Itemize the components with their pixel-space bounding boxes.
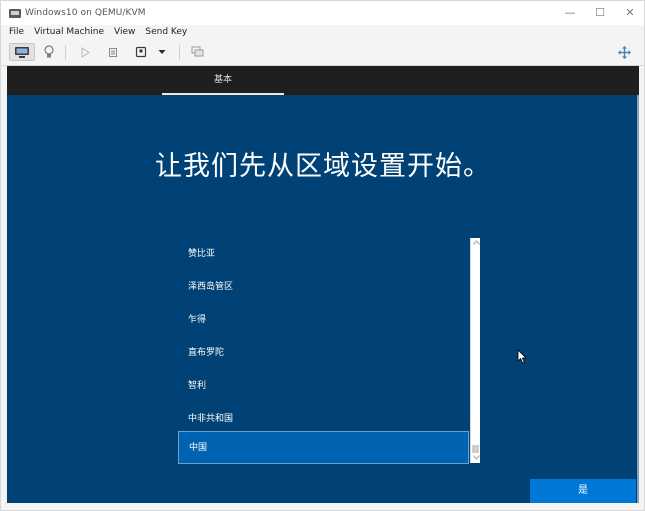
menu-bar: File Virtual Machine View Send Key	[1, 25, 644, 40]
power-icon	[135, 46, 147, 58]
step-tab-basics: 基本	[213, 75, 232, 85]
snapshots-button[interactable]	[189, 43, 205, 61]
region-list-item[interactable]: 赞比亚	[178, 238, 469, 271]
fullscreen-arrows-icon	[617, 45, 631, 59]
window-title: Windows10 on QEMU/KVM	[25, 8, 146, 18]
region-list-item[interactable]: 直布罗陀	[178, 337, 469, 370]
details-view-button[interactable]	[41, 43, 57, 61]
maximize-button[interactable]: ☐	[594, 7, 606, 19]
app-icon	[9, 8, 21, 18]
title-bar: Windows10 on QEMU/KVM — ☐ ✕	[1, 1, 644, 25]
menu-virtual-machine[interactable]: Virtual Machine	[29, 25, 109, 40]
vm-console-display[interactable]: 基本 让我们先从区域设置开始。 赞比亚 泽西岛管区 乍得 直布罗陀 智利 中非共…	[7, 66, 639, 503]
region-list-item[interactable]: 泽西岛管区	[178, 271, 469, 304]
region-list[interactable]: 赞比亚 泽西岛管区 乍得 直布罗陀 智利 中非共和国 中国	[178, 238, 481, 464]
lightbulb-icon	[44, 45, 54, 58]
minimize-button[interactable]: —	[564, 7, 576, 19]
monitor-icon	[15, 46, 29, 58]
close-button[interactable]: ✕	[624, 7, 636, 19]
shutdown-button[interactable]	[133, 43, 149, 61]
menu-view[interactable]: View	[109, 25, 140, 40]
mouse-cursor-icon	[517, 349, 527, 364]
menu-send-key[interactable]: Send Key	[140, 25, 192, 40]
fullscreen-button[interactable]	[615, 43, 633, 61]
chevron-down-icon	[158, 50, 166, 54]
toolbar-separator	[179, 45, 180, 60]
console-view-button[interactable]	[9, 43, 35, 61]
scroll-down-icon[interactable]	[471, 453, 481, 463]
region-list-item[interactable]: 智利	[178, 370, 469, 403]
toolbar	[1, 40, 644, 66]
run-button[interactable]	[77, 43, 93, 61]
shutdown-menu-button[interactable]	[155, 43, 169, 61]
region-list-item-selected[interactable]: 中国	[178, 431, 469, 464]
region-list-item[interactable]: 乍得	[178, 304, 469, 337]
window-controls: — ☐ ✕	[564, 1, 636, 25]
pause-button[interactable]	[105, 43, 121, 61]
toolbar-separator	[65, 45, 66, 60]
scrollbar-thumb[interactable]	[472, 445, 479, 453]
region-list-scrollbar[interactable]	[470, 238, 480, 463]
oobe-header	[7, 66, 639, 95]
snapshot-icon	[191, 46, 203, 57]
menu-file[interactable]: File	[1, 25, 29, 40]
page-title: 让我们先从区域设置开始。	[155, 151, 491, 182]
yes-button[interactable]: 是	[530, 479, 636, 503]
step-tab-underline	[162, 93, 284, 95]
virt-manager-window: Windows10 on QEMU/KVM — ☐ ✕ File Virtual…	[0, 0, 645, 511]
play-icon	[81, 46, 90, 58]
console-edge	[637, 95, 639, 503]
scroll-up-icon[interactable]	[471, 238, 481, 248]
pause-icon	[109, 47, 117, 57]
